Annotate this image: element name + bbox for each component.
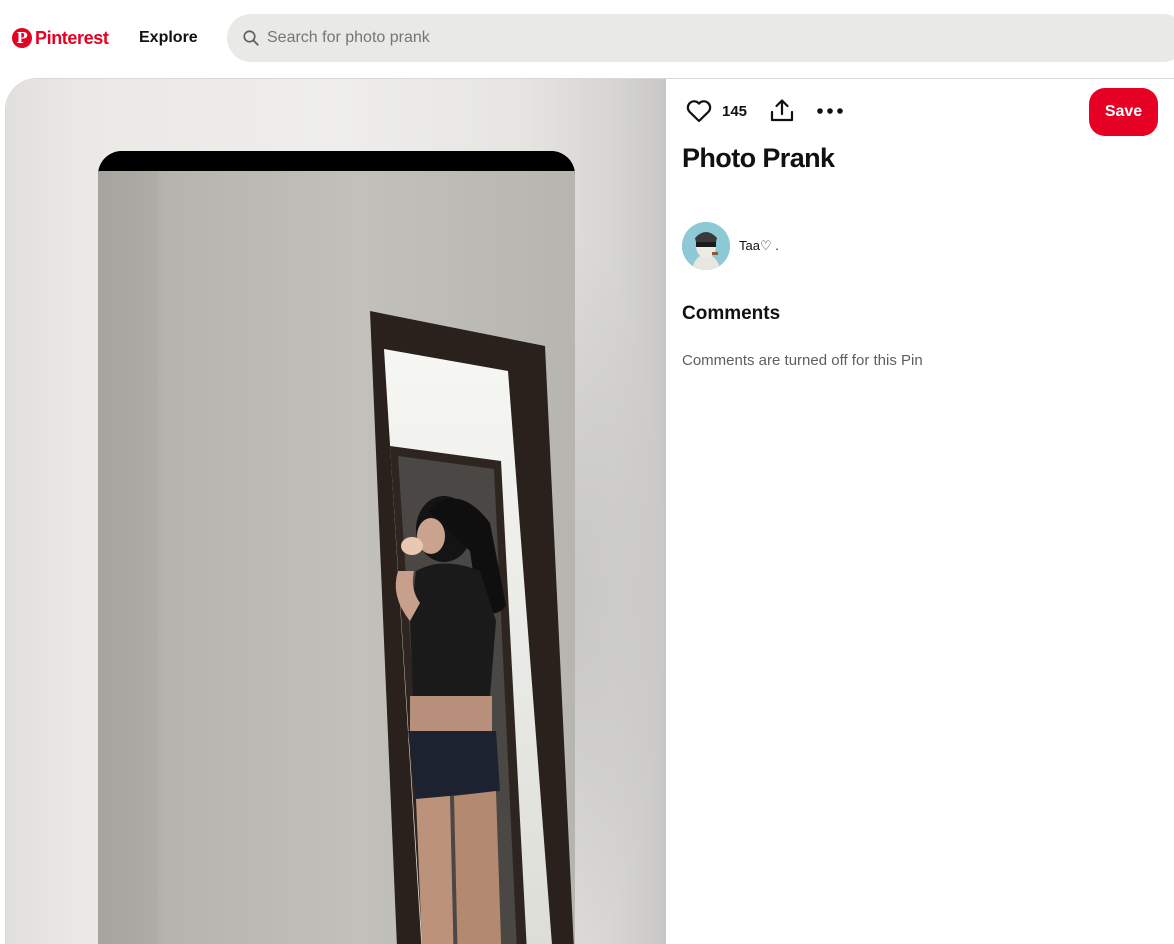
- comments-heading: Comments: [682, 303, 781, 324]
- like-button[interactable]: [682, 94, 716, 128]
- avatar[interactable]: [682, 222, 730, 270]
- more-options-icon: [817, 108, 843, 114]
- media-shadow: [566, 229, 666, 944]
- avatar-image: [682, 222, 730, 270]
- pinterest-logo[interactable]: P Pinterest: [12, 24, 109, 52]
- pin-title: Photo Prank: [682, 143, 835, 173]
- pin-media-area: [6, 79, 666, 944]
- explore-link[interactable]: Explore: [129, 21, 208, 55]
- pin-image[interactable]: [98, 151, 575, 944]
- logo-letter: P: [16, 29, 28, 47]
- save-button[interactable]: Save: [1089, 88, 1158, 136]
- comments-status: Comments are turned off for this Pin: [682, 352, 923, 369]
- logo-wordmark: Pinterest: [35, 27, 109, 48]
- search-input[interactable]: [267, 14, 1147, 62]
- like-count: 145: [722, 102, 748, 120]
- pin-image-illustration: [98, 151, 575, 944]
- pinterest-logo-icon: P: [12, 28, 32, 48]
- heart-icon: [686, 100, 712, 123]
- pin-author[interactable]: Taa♡ .: [682, 222, 779, 270]
- share-icon: [770, 99, 794, 122]
- pin-card: 145 Save Photo Prank Taa♡ . Comments Com…: [5, 78, 1174, 944]
- pin-details-panel: 145 Save Photo Prank Taa♡ . Comments Com…: [666, 79, 1174, 944]
- pin-action-bar: 145: [682, 93, 847, 129]
- more-options-button[interactable]: [813, 94, 847, 128]
- share-button[interactable]: [765, 94, 799, 128]
- author-name[interactable]: Taa♡ .: [739, 238, 779, 254]
- search-bar[interactable]: [227, 14, 1174, 62]
- top-navigation-bar: P Pinterest Explore: [0, 0, 1174, 76]
- search-icon: [243, 30, 259, 46]
